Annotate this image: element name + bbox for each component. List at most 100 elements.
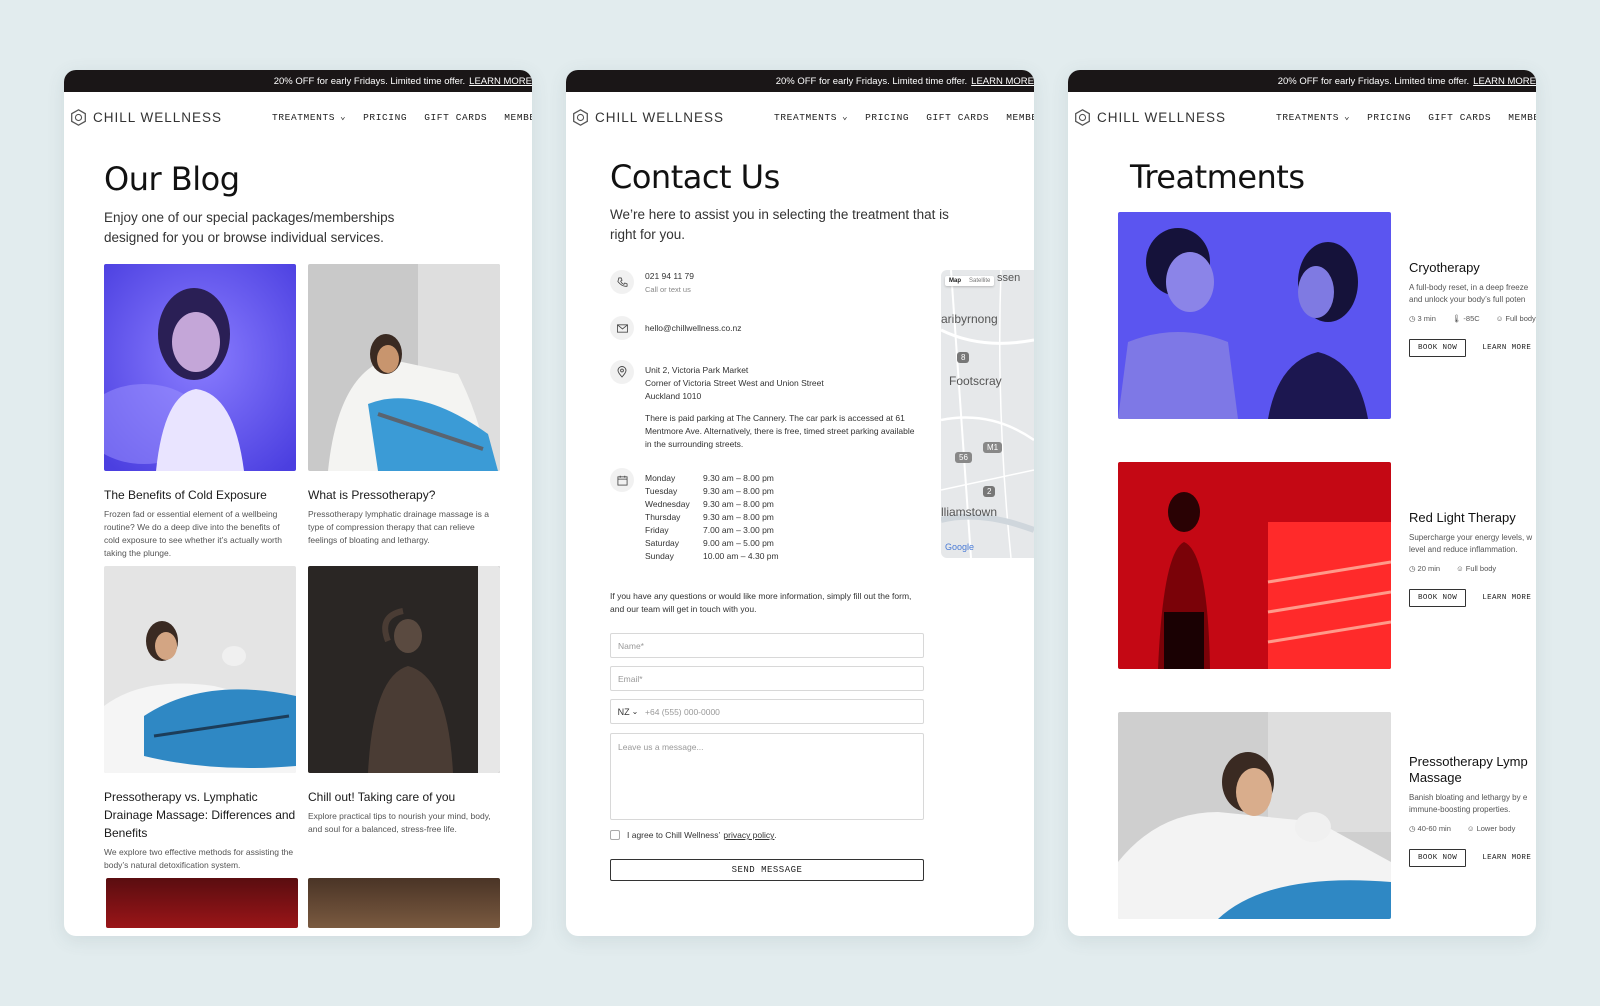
cryotherapy-photo	[1118, 212, 1391, 419]
hours-time: 10.00 am – 4.30 pm	[703, 551, 779, 561]
send-message-button[interactable]: SEND MESSAGE	[610, 859, 924, 881]
learn-more-link[interactable]: LEARN MORE	[1482, 344, 1531, 352]
blog-card-title: The Benefits of Cold Exposure	[104, 488, 267, 502]
promo-bar: 20% OFF for early Fridays. Limited time …	[64, 70, 532, 92]
logo[interactable]: CHILL WELLNESS	[70, 108, 222, 126]
treatment-info-red-light: Red Light Therapy Supercharge your energ…	[1409, 510, 1536, 607]
blog-card-desc: Frozen fad or essential element of a wel…	[104, 509, 282, 558]
promo-learn-more-link[interactable]: LEARN MORE	[971, 76, 1034, 87]
phone-field: NZ ⌄ +64 (555) 000-0000	[610, 699, 924, 724]
treatment-info-cryotherapy: Cryotherapy A full-body reset, in a deep…	[1409, 260, 1536, 357]
hours-time: 9.30 am – 8.00 pm	[703, 499, 774, 509]
red-light-photo	[1118, 462, 1391, 669]
treatment-image-pressotherapy[interactable]	[1118, 712, 1391, 919]
message-textarea[interactable]: Leave us a message...	[610, 733, 924, 820]
map-tab-satellite[interactable]: Satellite	[969, 278, 990, 284]
nav-pricing[interactable]: PRICING	[1367, 112, 1411, 123]
clock-icon: ◷	[1409, 824, 1416, 833]
blog-card[interactable]: Chill out! Taking care of you Explore pr…	[308, 566, 500, 836]
contact-address: Unit 2, Victoria Park Market Corner of V…	[610, 360, 914, 451]
nav-gift-cards[interactable]: GIFT CARDS	[926, 112, 989, 123]
treatment-desc-line: A full-body reset, in a deep freeze	[1409, 283, 1529, 292]
clock-icon: ◷	[1409, 314, 1416, 323]
blog-image-partial	[106, 878, 298, 928]
blog-intro-line: Enjoy one of our special packages/member…	[104, 210, 395, 225]
nav-pricing[interactable]: PRICING	[363, 112, 407, 123]
blog-intro-line: designed for you or browse individual se…	[104, 230, 384, 245]
map-tab-map[interactable]: Map	[949, 278, 961, 284]
hours-row: Wednesday 9.30 am – 8.00 pm	[645, 498, 779, 511]
nav-treatments[interactable]: TREATMENTS ⌄	[1276, 112, 1350, 123]
hexagon-logo-icon	[1075, 108, 1090, 126]
contact-page-panel: 20% OFF for early Fridays. Limited time …	[566, 70, 1034, 936]
chevron-down-icon: ⌄	[1344, 112, 1351, 122]
book-now-button[interactable]: BOOK NOW	[1409, 849, 1467, 867]
learn-more-link[interactable]: LEARN MORE	[1482, 854, 1531, 862]
site-header: CHILL WELLNESS TREATMENTS ⌄ PRICING GIFT …	[566, 92, 1034, 142]
phone-icon	[610, 270, 634, 294]
privacy-checkbox[interactable]	[610, 830, 620, 840]
blog-card[interactable]: Pressotherapy vs. Lymphatic Drainage Mas…	[104, 566, 296, 872]
hours-row: Friday 7.00 am – 3.00 pm	[645, 524, 779, 537]
body-area-icon: ☺	[1456, 564, 1464, 573]
country-code-select[interactable]: NZ ⌄	[611, 700, 645, 723]
email-address: hello@chillwellness.co.nz	[645, 323, 742, 333]
nav-treatments-label: TREATMENTS	[1276, 111, 1340, 123]
nav-gift-cards[interactable]: GIFT CARDS	[1428, 112, 1491, 123]
logo[interactable]: CHILL WELLNESS	[572, 108, 724, 126]
parking-line: There is paid parking at The Cannery. Th…	[645, 413, 905, 423]
location-map[interactable]: Map Satellite ssen aribyrnong 8 Footscra…	[941, 270, 1034, 558]
hours-time: 9.30 am – 8.00 pm	[703, 473, 774, 483]
body-area-value: Full body	[1465, 564, 1497, 573]
nav-memberships[interactable]: MEMBERSHIPS	[504, 112, 532, 123]
hours-row: Tuesday 9.30 am – 8.00 pm	[645, 485, 779, 498]
learn-more-link[interactable]: LEARN MORE	[1482, 594, 1531, 602]
nav-gift-cards[interactable]: GIFT CARDS	[424, 112, 487, 123]
promo-bar: 20% OFF for early Fridays. Limited time …	[1068, 70, 1536, 92]
privacy-agree-row: I agree to Chill Wellness’ privacy polic…	[610, 830, 777, 840]
email-input[interactable]: Email*	[610, 666, 924, 691]
name-input[interactable]: Name*	[610, 633, 924, 658]
temperature-meta: 🌡︎ -85C	[1452, 314, 1488, 323]
nav-pricing[interactable]: PRICING	[865, 112, 909, 123]
logo[interactable]: CHILL WELLNESS	[1074, 108, 1227, 126]
pressotherapy-photo	[1118, 712, 1391, 919]
privacy-policy-link[interactable]: privacy policy	[723, 830, 774, 840]
nav-treatments-label: TREATMENTS	[774, 111, 838, 123]
nav-treatments[interactable]: TREATMENTS ⌄	[272, 112, 346, 123]
clock-icon: ◷	[1409, 564, 1416, 573]
book-now-button[interactable]: BOOK NOW	[1409, 589, 1467, 607]
promo-learn-more-link[interactable]: LEARN MORE	[1473, 76, 1536, 87]
promo-text: 20% OFF for early Fridays. Limited time …	[775, 75, 968, 87]
blog-card-desc: Pressotherapy lymphatic drainage massage…	[308, 509, 489, 545]
blog-page-panel: 20% OFF for early Fridays. Limited time …	[64, 70, 532, 936]
promo-learn-more-link[interactable]: LEARN MORE	[469, 76, 532, 87]
contact-intro-line: right for you.	[610, 227, 686, 242]
blog-card[interactable]: The Benefits of Cold Exposure Frozen fad…	[84, 264, 296, 560]
hexagon-logo-icon	[573, 108, 588, 126]
duration-meta: ◷ 40-60 min	[1409, 824, 1459, 833]
hours-time: 7.00 am – 3.00 pm	[703, 525, 774, 535]
nav-memberships[interactable]: MEMBERSHIPS	[1006, 112, 1034, 123]
blog-card-title: What is Pressotherapy?	[308, 488, 436, 502]
treatment-desc-line: level and reduce inflammation.	[1409, 545, 1518, 554]
nav-memberships[interactable]: MEMBERSHIPS	[1508, 112, 1536, 123]
agree-end: .	[774, 830, 777, 840]
treatment-desc-line: Supercharge your energy levels, w	[1409, 533, 1533, 542]
logo-text: CHILL WELLNESS	[1097, 109, 1227, 125]
phone-input[interactable]: +64 (555) 000-0000	[645, 707, 720, 717]
form-intro-line: and our team will get in touch with you.	[610, 604, 757, 614]
contact-phone[interactable]: 021 94 11 79 Call or text us	[610, 270, 694, 296]
body-area-value: Full body	[1505, 314, 1536, 323]
map-badge: 56	[955, 452, 972, 463]
nav-treatments[interactable]: TREATMENTS ⌄	[774, 112, 848, 123]
map-label: lliamstown	[941, 505, 998, 519]
contact-email[interactable]: hello@chillwellness.co.nz	[610, 316, 742, 340]
blog-card[interactable]: What is Pressotherapy? Pressotherapy lym…	[308, 264, 500, 547]
book-now-button[interactable]: BOOK NOW	[1409, 339, 1467, 357]
treatment-image-cryotherapy[interactable]	[1118, 212, 1391, 419]
phone-sub: Call or text us	[645, 285, 691, 294]
treatment-image-red-light[interactable]	[1118, 462, 1391, 669]
nav-treatments-label: TREATMENTS	[272, 111, 336, 123]
opening-hours-table: Monday 9.30 am – 8.00 pm Tuesday 9.30 am –…	[645, 472, 779, 563]
